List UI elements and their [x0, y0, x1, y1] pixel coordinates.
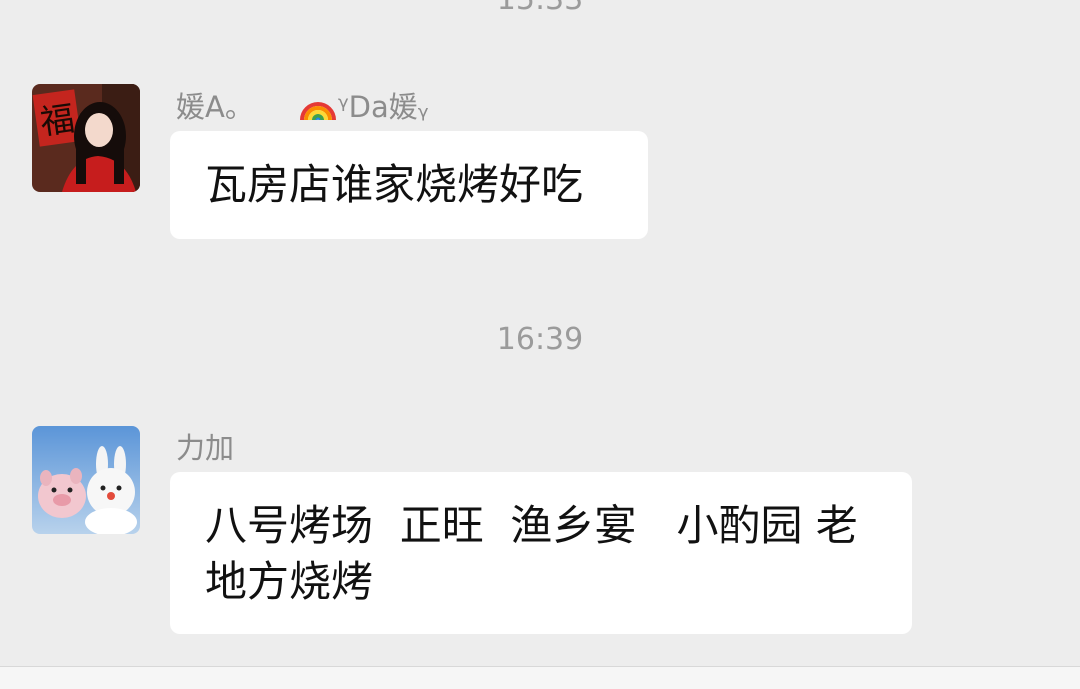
message-bubble[interactable]: 瓦房店谁家烧烤好吃	[170, 131, 648, 239]
svg-text:福: 福	[38, 99, 77, 143]
input-toolbar[interactable]	[0, 666, 1080, 689]
chat-message-list[interactable]: 15:33 福 媛A。 ᵞDa媛ᵧ 瓦房店谁家烧烤好吃 16:39	[0, 0, 1080, 666]
message-text: 瓦房店谁家烧烤好吃	[205, 160, 584, 209]
avatar-image	[32, 426, 140, 534]
timestamp: 15:33	[0, 0, 1080, 18]
timestamp: 16:39	[496, 322, 584, 357]
message-bubble[interactable]: 八号烤场 正旺 渔乡宴 小酌园 老地方烧烤	[170, 472, 912, 634]
avatar-pig-bunny[interactable]	[32, 426, 140, 534]
message-text: 八号烤场 正旺 渔乡宴 小酌园 老地方烧烤	[205, 501, 858, 606]
sender-nickname-suffix: ᵞDa媛ᵧ	[337, 90, 429, 124]
avatar-girl-fu[interactable]: 福	[32, 84, 140, 192]
sender-name: 力加	[176, 431, 235, 465]
rainbow-emoji-icon	[299, 88, 336, 130]
sender-name: 媛A。 ᵞDa媛ᵧ	[176, 88, 429, 130]
avatar-image: 福	[32, 84, 140, 192]
sender-nickname: 媛A。	[176, 90, 254, 124]
